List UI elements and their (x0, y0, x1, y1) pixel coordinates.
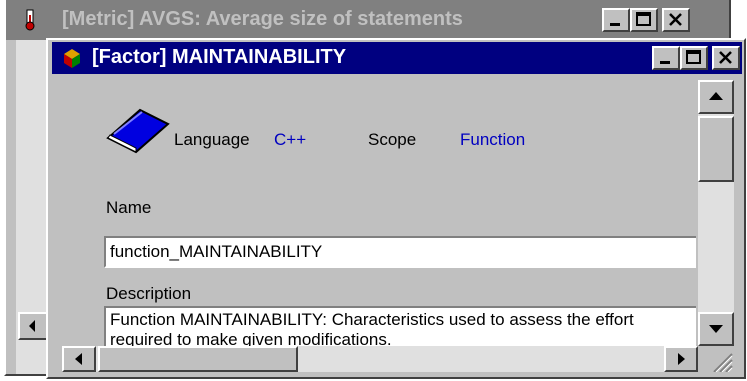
background-minimize-button[interactable] (602, 8, 630, 32)
scroll-thumb[interactable] (698, 116, 734, 182)
factor-window-title-bar[interactable]: [Factor] MAINTAINABILITY (52, 42, 742, 74)
minimize-icon (660, 61, 670, 64)
scope-label: Scope (368, 130, 417, 149)
size-grip[interactable] (698, 346, 734, 373)
maximize-button[interactable] (680, 46, 708, 70)
scroll-down-button[interactable] (698, 312, 734, 346)
description-field[interactable]: Function MAINTAINABILITY: Characteristic… (104, 306, 696, 346)
factor-window[interactable]: [Factor] MAINTAINABILITY Language C++ Sc… (46, 38, 746, 379)
factor-icon (64, 49, 80, 68)
minimize-icon (610, 23, 620, 26)
close-button[interactable] (712, 46, 740, 70)
description-label: Description (106, 284, 192, 303)
background-scroll-left-button[interactable] (18, 312, 48, 340)
book-icon (106, 108, 170, 154)
background-maximize-button[interactable] (630, 8, 658, 32)
name-label: Name (106, 198, 152, 217)
arrow-down-icon (709, 325, 723, 333)
arrow-up-icon (709, 92, 723, 100)
scroll-up-button[interactable] (698, 80, 734, 114)
resize-grip-icon (713, 353, 733, 373)
scope-value: Function (460, 130, 526, 149)
name-field[interactable]: function_MAINTAINABILITY (104, 236, 696, 268)
horizontal-scrollbar[interactable] (62, 346, 698, 372)
maximize-icon (636, 12, 651, 26)
minimize-button[interactable] (652, 46, 680, 70)
arrow-left-icon (29, 320, 35, 332)
arrow-right-icon (678, 353, 685, 365)
factor-form: Language C++ Scope Function Name functio… (62, 80, 696, 346)
close-icon (669, 13, 682, 26)
language-value: C++ (274, 130, 307, 149)
arrow-left-icon (75, 353, 82, 365)
background-window-title: [Metric] AVGS: Average size of statement… (62, 8, 463, 30)
scroll-right-button[interactable] (664, 346, 698, 372)
close-icon (719, 51, 732, 64)
horizontal-scroll-thumb[interactable] (98, 346, 298, 372)
background-close-button[interactable] (662, 8, 690, 32)
vertical-scrollbar[interactable] (698, 80, 734, 346)
language-label: Language (174, 130, 250, 149)
factor-window-title: [Factor] MAINTAINABILITY (92, 46, 347, 68)
maximize-icon (686, 50, 701, 64)
scroll-left-button[interactable] (62, 346, 96, 372)
background-window-title-bar[interactable]: [Metric] AVGS: Average size of statement… (6, 0, 729, 40)
thermometer-icon (25, 9, 35, 31)
